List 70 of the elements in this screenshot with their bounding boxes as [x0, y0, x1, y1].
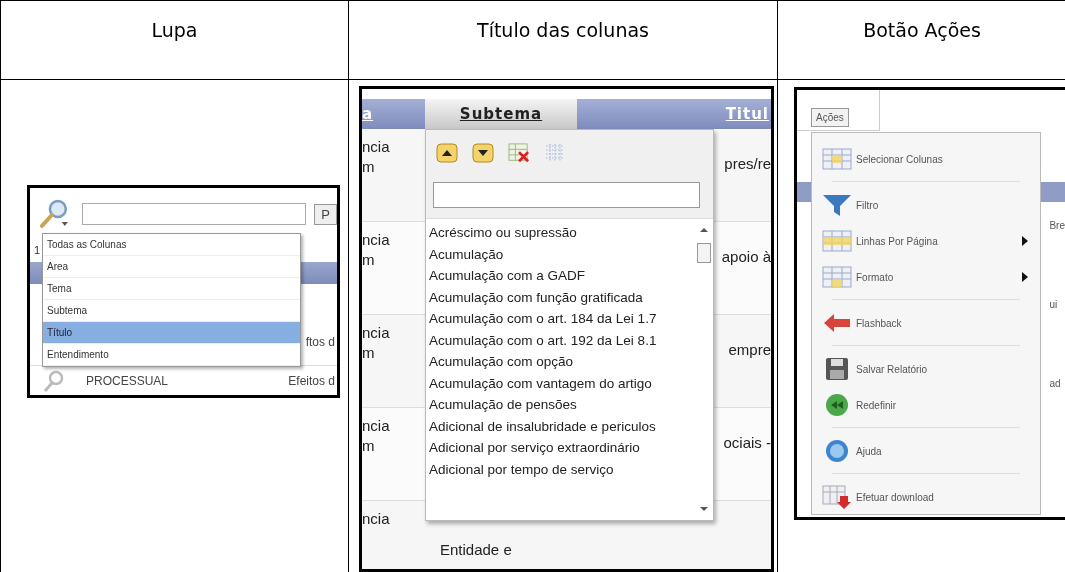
download-icon — [822, 484, 852, 510]
table-cell: Entidade e — [440, 541, 512, 558]
dropdown-option[interactable]: Area — [43, 256, 300, 278]
table-cell: ociais - — [723, 434, 771, 451]
list-option[interactable]: Acumulação com função gratificada — [429, 286, 695, 308]
menu-item[interactable]: Selecionar Colunas — [856, 153, 943, 165]
table-cell: empre — [728, 341, 771, 358]
scroll-up-icon[interactable] — [699, 227, 709, 233]
scroll-down-icon[interactable] — [699, 506, 709, 512]
scroll-thumb[interactable] — [697, 243, 711, 263]
magnifier-icon[interactable] — [42, 368, 66, 393]
search-field[interactable] — [81, 203, 307, 225]
submenu-arrow-icon — [1022, 236, 1028, 246]
sort-ascending-icon[interactable] — [436, 143, 458, 163]
menu-item[interactable]: Filtro — [856, 199, 879, 211]
menu-item[interactable]: Efetuar download — [856, 491, 934, 503]
table-cell-text: m — [362, 343, 376, 363]
list-option[interactable]: Acumulação com opção — [429, 351, 695, 373]
grid-icon[interactable] — [544, 143, 566, 163]
table-cell-text: ui — [1049, 299, 1059, 310]
table-cell-text: m — [362, 250, 376, 270]
table-cell: pres/re — [724, 155, 771, 172]
menu-item[interactable]: Ajuda — [856, 445, 882, 457]
list-option[interactable]: Acumulação — [429, 243, 695, 265]
table-header-cell: Botão Ações — [778, 0, 1065, 80]
table-cell-text: ncia — [362, 230, 391, 250]
list-option[interactable]: Adicional por serviço extraordinário — [429, 437, 695, 459]
sort-descending-icon[interactable] — [472, 143, 494, 163]
table-cell-text: m — [362, 436, 376, 456]
dropdown-option[interactable]: Título — [43, 322, 300, 344]
list-option[interactable]: Acumulação com vantagem do artigo — [429, 372, 695, 394]
list-option[interactable]: Acumulação com o art. 184 da Lei 1.7 — [429, 308, 695, 330]
table-cell: apoio à — [721, 248, 771, 265]
menu-item[interactable]: Formato — [856, 271, 894, 283]
menu-item[interactable]: Linhas Por Página — [856, 235, 938, 247]
table-cell-text: ncia — [362, 509, 391, 529]
list-option[interactable]: Acréscimo ou supressão — [429, 222, 695, 244]
filter-field[interactable] — [433, 182, 700, 208]
dropdown-option[interactable]: Tema — [43, 278, 300, 300]
columns-icon — [822, 146, 852, 172]
table-header-cell: Lupa — [1, 0, 349, 80]
table-cell-text: ncia — [362, 416, 391, 436]
submenu-arrow-icon — [1022, 272, 1028, 282]
table-header-cell: Título das colunas — [349, 0, 778, 80]
menu-item[interactable]: Salvar Relatório — [856, 363, 928, 375]
filter-icon — [822, 192, 852, 218]
table-cell-text: PROCESSUAL — [86, 373, 170, 388]
actions-button[interactable]: Ações — [811, 108, 849, 127]
row-marker: 1 — [34, 244, 41, 256]
dropdown-option[interactable]: Entendimento — [43, 344, 300, 366]
list-option[interactable]: Adicional por tempo de serviço — [429, 458, 695, 480]
table-cell-text: Efeitos d — [288, 373, 336, 388]
menu-item[interactable]: Redefinir — [856, 399, 897, 411]
table-cell: Bre — [1049, 220, 1065, 231]
menu-item[interactable]: Flashback — [856, 317, 902, 329]
rows-icon — [822, 228, 852, 254]
list-option[interactable]: Acumulação com a GADF — [429, 265, 695, 287]
column-header[interactable]: Subtema — [425, 99, 577, 129]
list-option[interactable]: Acumulação de pensões — [429, 394, 695, 416]
format-icon — [822, 264, 852, 290]
search-button[interactable]: P — [314, 203, 337, 225]
list-option[interactable]: Acumulação com o art. 192 da Lei 8.1 — [429, 329, 695, 351]
table-cell-text: ncia — [362, 323, 391, 343]
list-option[interactable]: Adicional de insalubridade e periculos — [429, 415, 695, 437]
table-cell-text: m — [362, 157, 376, 177]
remove-column-icon[interactable] — [508, 143, 530, 163]
dropdown-option[interactable]: Todas as Colunas — [43, 234, 300, 256]
table-cell-text: ad — [1049, 378, 1062, 389]
table-cell-text: ncia — [362, 137, 391, 157]
table-cell-text: ftos d — [305, 335, 336, 349]
